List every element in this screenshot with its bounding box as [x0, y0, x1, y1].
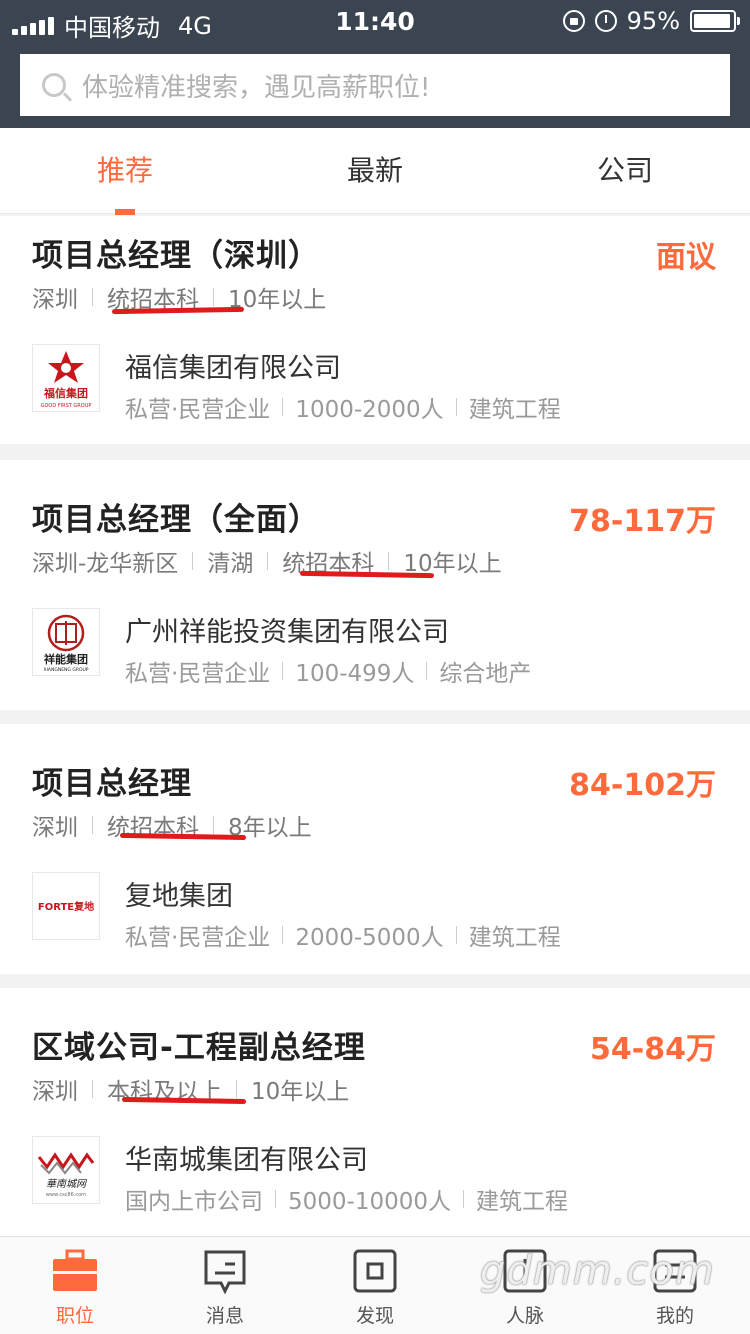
job-salary: 面议 [656, 240, 716, 275]
logo-text: 祥能集团 [44, 652, 88, 666]
nav-label: 我的 [655, 1305, 694, 1327]
company-name: 华南城集团有限公司 [125, 1145, 368, 1176]
company-type: 私营·民营企业 [125, 397, 271, 423]
job-location: 深圳 [32, 287, 78, 313]
company-size: 2000-5000人 [295, 925, 444, 951]
nav-discover[interactable]: 发现 [300, 1237, 450, 1334]
job-location: 深圳 [32, 815, 78, 841]
company-type: 国内上市公司 [125, 1189, 263, 1215]
company-logo: 祥能集团 XIANGNENG GROUP [32, 608, 100, 676]
company-logo: 華南城网 www.csc86.com [32, 1136, 100, 1204]
search-placeholder[interactable]: 体验精准搜索，遇见高薪职位! [82, 67, 430, 104]
company-type: 私营·民营企业 [125, 925, 271, 951]
job-title: 项目总经理（全面） [32, 502, 320, 538]
job-title: 区域公司-工程副总经理 [32, 1030, 366, 1066]
status-bar: 中国移动 4G 11:40 95% [0, 0, 750, 42]
logo-text: 華南城网 [46, 1178, 88, 1190]
nav-label: 人脉 [505, 1305, 544, 1327]
company-name: 福信集团有限公司 [125, 353, 341, 384]
logo-subtext: www.csc86.com [46, 1192, 86, 1198]
company-industry: 建筑工程 [468, 925, 561, 951]
rotation-lock-icon [562, 10, 585, 32]
nav-label: 职位 [55, 1305, 94, 1327]
company-info: 私营·民营企业 1000-2000人 建筑工程 [125, 390, 561, 424]
nav-label: 发现 [355, 1305, 394, 1327]
company-logo: 福信集团 GOOD FIRST GROUP [32, 344, 100, 412]
job-salary: 84-102万 [569, 768, 716, 803]
tab-latest[interactable]: 最新 [250, 128, 500, 213]
tab-recommend[interactable]: 推荐 [0, 128, 250, 215]
logo-subtext: XIANGNENG GROUP [44, 667, 89, 673]
company-industry: 建筑工程 [468, 397, 561, 423]
discover-icon [353, 1249, 397, 1297]
tab-company[interactable]: 公司 [500, 128, 750, 213]
briefcase-icon [52, 1249, 98, 1297]
job-card[interactable]: 区域公司-工程副总经理 54-84万 深圳 本科及以上 10年以上 華南城网 w… [0, 988, 750, 1238]
job-experience: 10年以上 [251, 1079, 350, 1105]
nav-messages[interactable]: 消息 [150, 1237, 300, 1334]
search-icon [42, 73, 66, 97]
logo-text: FORTE复地 [38, 900, 94, 913]
company-size: 1000-2000人 [295, 397, 444, 423]
job-salary: 54-84万 [590, 1032, 716, 1067]
app-header: 中国移动 4G 11:40 95% 体验精准搜索，遇见高薪职位! [0, 0, 750, 128]
company-size: 100-499人 [295, 661, 415, 687]
battery-percent: 95% [626, 7, 680, 35]
job-location: 深圳 [32, 1079, 78, 1105]
company-industry: 综合地产 [439, 661, 532, 687]
company-info: 私营·民营企业 2000-5000人 建筑工程 [125, 918, 561, 952]
battery-icon [690, 10, 740, 32]
company-size: 5000-10000人 [288, 1189, 451, 1215]
search-bar[interactable]: 体验精准搜索，遇见高薪职位! [20, 54, 730, 116]
message-icon [203, 1249, 247, 1299]
company-info: 国内上市公司 5000-10000人 建筑工程 [125, 1182, 568, 1216]
job-location: 深圳-龙华新区 [32, 551, 179, 577]
company-industry: 建筑工程 [476, 1189, 568, 1215]
alarm-icon [594, 10, 617, 32]
company-logo: FORTE复地 [32, 872, 100, 940]
company-name: 复地集团 [125, 881, 233, 912]
job-card[interactable]: 项目总经理（全面） 78-117万 深圳-龙华新区 清湖 统招本科 10年以上 … [0, 460, 750, 710]
job-district: 清湖 [207, 551, 254, 577]
tab-bar: 推荐 最新 公司 [0, 128, 750, 215]
job-title: 项目总经理（深圳） [32, 238, 320, 274]
company-info: 私营·民营企业 100-499人 综合地产 [125, 654, 531, 688]
site-watermark: gdmm.com [480, 1248, 715, 1294]
job-title: 项目总经理 [32, 766, 192, 802]
logo-text: 福信集团 [43, 386, 88, 400]
job-card[interactable]: 项目总经理 84-102万 深圳 统招本科 8年以上 FORTE复地 复地集团 … [0, 724, 750, 974]
nav-jobs[interactable]: 职位 [0, 1237, 150, 1334]
job-card[interactable]: 项目总经理（深圳） 面议 深圳 统招本科 10年以上 福信集团 GOOD FIR… [0, 216, 750, 444]
job-salary: 78-117万 [569, 504, 716, 539]
company-name: 广州祥能投资集团有限公司 [125, 617, 449, 648]
nav-label: 消息 [205, 1305, 244, 1327]
company-type: 私营·民营企业 [125, 661, 271, 687]
logo-subtext: GOOD FIRST GROUP [41, 403, 92, 409]
